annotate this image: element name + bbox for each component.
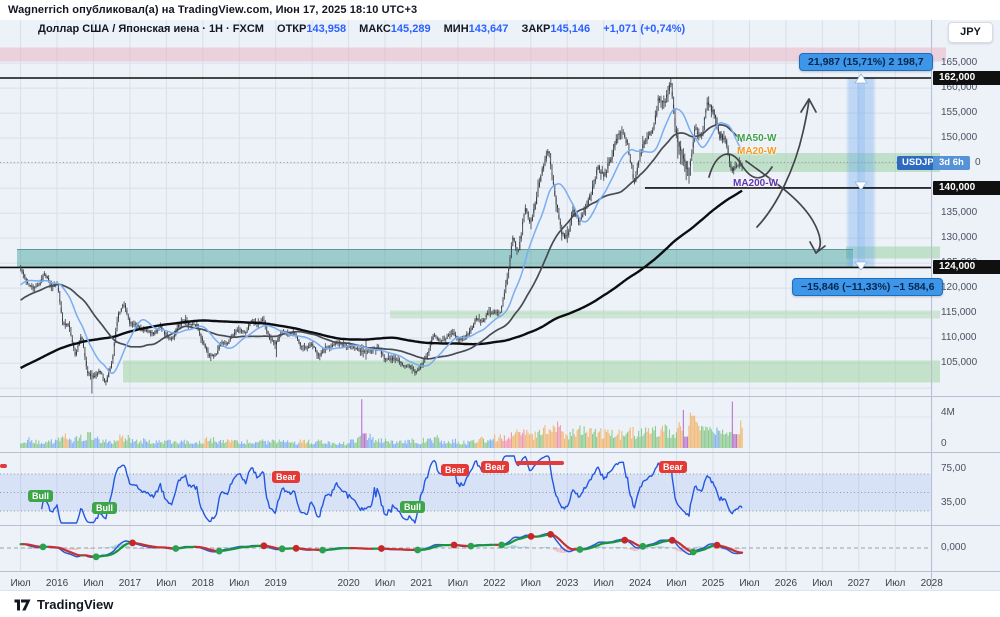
chart-canvas[interactable] [0, 0, 1000, 617]
open-value: 143,958 [306, 23, 346, 35]
close-value: 145,146 [550, 23, 590, 35]
symbol-title: Доллар США / Японская иена · 1Н · FXCM [38, 23, 264, 35]
high-value: 145,289 [391, 23, 431, 35]
high-label: МАКС [359, 23, 391, 35]
change-value: +1,071 (+0,74%) [603, 23, 685, 35]
projection-up-label: 21,987 (15,71%) 2 198,7 [799, 53, 933, 71]
time-axis[interactable] [0, 572, 1000, 590]
footer-bar [0, 590, 1000, 617]
tradingview-logo-icon [14, 598, 31, 612]
price-axis[interactable] [932, 20, 1000, 572]
low-label: МИН [444, 23, 469, 35]
projection-down-label: −15,846 (−11,33%) −1 584,6 [792, 278, 943, 296]
open-label: ОТКР [277, 23, 306, 35]
tradingview-snapshot: Wagnerrich опубликовал(а) на TradingView… [0, 0, 1000, 617]
symbol-legend: Доллар США / Японская иена · 1Н · FXCM О… [38, 23, 685, 35]
low-value: 143,647 [469, 23, 509, 35]
published-line: Wagnerrich опубликовал(а) на TradingView… [8, 4, 417, 16]
tradingview-brand[interactable]: TradingView [14, 597, 113, 612]
close-label: ЗАКР [521, 23, 550, 35]
brand-text: TradingView [37, 597, 113, 612]
